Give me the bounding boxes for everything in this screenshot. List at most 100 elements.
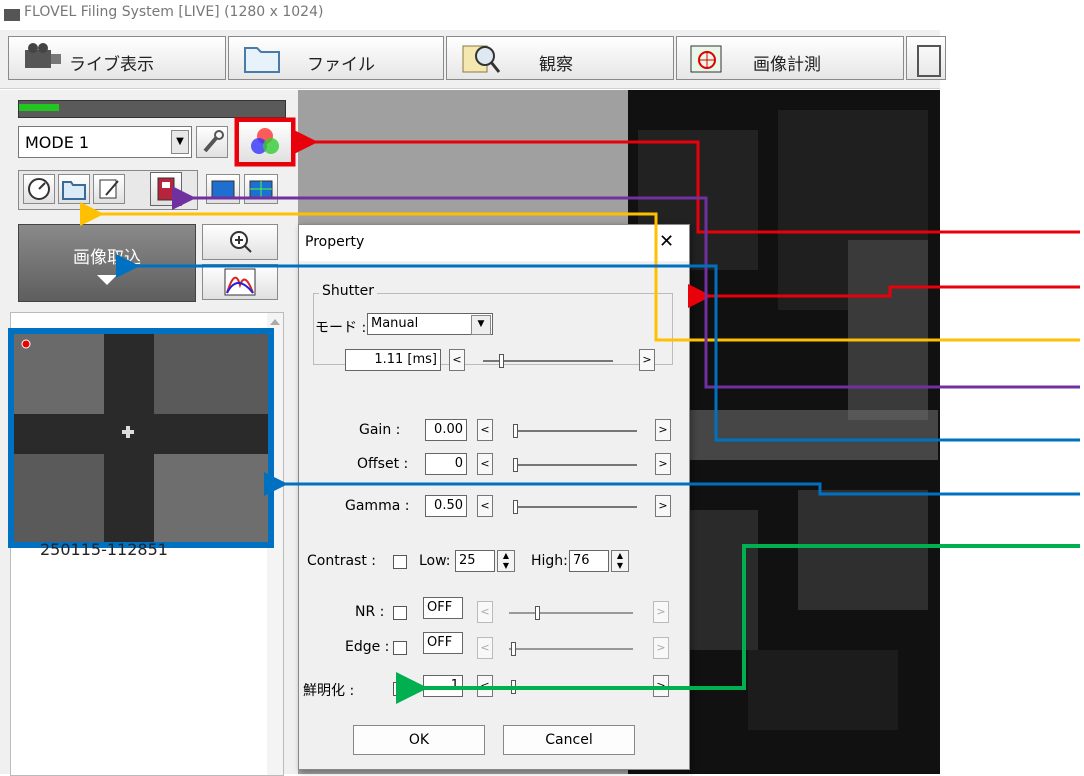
- nr-slider[interactable]: [509, 612, 633, 614]
- histogram-icon: [224, 268, 256, 296]
- gain-decrease-button[interactable]: <: [477, 419, 493, 441]
- zoom-in-icon: [230, 231, 252, 253]
- settings-button[interactable]: [196, 126, 228, 158]
- contrast-checkbox[interactable]: [393, 555, 407, 569]
- wrench-icon: [203, 130, 224, 153]
- edge-decrease-button[interactable]: <: [477, 637, 493, 659]
- gain-slider-thumb[interactable]: [513, 424, 518, 438]
- gamma-label: Gamma :: [345, 498, 410, 514]
- sharpen-decrease-button[interactable]: <: [477, 675, 493, 697]
- gamma-field[interactable]: 0.50: [425, 495, 467, 517]
- contrast-high-spinner[interactable]: ▲ ▼: [611, 550, 629, 572]
- open-folder-button[interactable]: [58, 174, 90, 204]
- shutter-mode-value: Manual: [371, 316, 419, 331]
- edge-slider-thumb[interactable]: [511, 642, 516, 656]
- tab-live-view[interactable]: ライブ表示: [8, 36, 226, 80]
- dialog-title: Property: [305, 234, 365, 250]
- chip-image: [14, 334, 268, 542]
- property-dialog: Property ✕ Shutter モード : Manual ▼ 1.11 […: [298, 224, 690, 770]
- offset-field[interactable]: 0: [425, 453, 467, 475]
- shutter-decrease-button[interactable]: <: [449, 349, 465, 371]
- shutter-mode-select[interactable]: Manual ▼: [367, 313, 493, 335]
- capture-button[interactable]: 画像取込: [18, 224, 196, 302]
- nr-checkbox[interactable]: [393, 606, 407, 620]
- histogram-button[interactable]: [202, 264, 278, 300]
- contrast-low-field[interactable]: 25: [455, 550, 495, 572]
- edge-checkbox[interactable]: [393, 641, 407, 655]
- sharpen-slider-thumb[interactable]: [511, 680, 516, 694]
- dialog-titlebar: Property ✕: [299, 225, 689, 261]
- color-button[interactable]: [236, 119, 294, 165]
- gain-slider[interactable]: [513, 430, 637, 432]
- tab-measure[interactable]: 画像計測: [676, 36, 904, 80]
- gamma-slider[interactable]: [513, 506, 637, 508]
- offset-slider[interactable]: [513, 464, 637, 466]
- nr-decrease-button[interactable]: <: [477, 601, 493, 623]
- sharpen-checkbox[interactable]: ✓: [393, 682, 407, 696]
- contrast-high-label: High:: [531, 553, 568, 569]
- scroll-up-icon[interactable]: [270, 319, 280, 325]
- sharpen-slider[interactable]: [509, 686, 633, 688]
- view-single-button[interactable]: [206, 174, 240, 204]
- close-icon[interactable]: ✕: [659, 231, 674, 252]
- ok-button[interactable]: OK: [353, 725, 485, 755]
- edge-field: OFF: [423, 632, 463, 654]
- gain-field[interactable]: 0.00: [425, 419, 467, 441]
- nr-field: OFF: [423, 597, 463, 619]
- measure-icon: [687, 42, 722, 74]
- nr-slider-thumb[interactable]: [535, 606, 540, 620]
- edge-increase-button[interactable]: >: [653, 637, 669, 659]
- chevron-down-icon[interactable]: ▼: [471, 315, 491, 335]
- offset-increase-button[interactable]: >: [655, 453, 671, 475]
- title-bar: FLOVEL Filing System [LIVE] (1280 x 1024…: [0, 0, 940, 34]
- nr-increase-button[interactable]: >: [653, 601, 669, 623]
- edge-slider[interactable]: [509, 648, 633, 650]
- capture-button-label: 画像取込: [73, 248, 141, 268]
- shutter-increase-button[interactable]: >: [639, 349, 655, 371]
- tab-more[interactable]: [906, 36, 946, 80]
- gamma-slider-thumb[interactable]: [513, 500, 518, 514]
- gauge-button[interactable]: [23, 174, 55, 204]
- level-meter-fill: [19, 104, 59, 111]
- shutter-slider-thumb[interactable]: [499, 354, 504, 368]
- chevron-down-icon[interactable]: ▼: [171, 130, 189, 154]
- thumbnail-label: 250115-112851: [40, 540, 168, 559]
- thumbnail-image[interactable]: [8, 328, 274, 548]
- shutter-value-field[interactable]: 1.11 [ms]: [345, 349, 441, 371]
- nr-label: NR :: [355, 604, 385, 620]
- offset-label: Offset :: [357, 456, 409, 472]
- sharpen-increase-button[interactable]: >: [653, 675, 669, 697]
- gamma-increase-button[interactable]: >: [655, 495, 671, 517]
- offset-decrease-button[interactable]: <: [477, 453, 493, 475]
- caret-down-icon: [97, 275, 117, 285]
- sharpen-field[interactable]: 1: [423, 675, 463, 697]
- view-split-button[interactable]: [244, 174, 278, 204]
- gain-label: Gain :: [359, 422, 401, 438]
- gain-increase-button[interactable]: >: [655, 419, 671, 441]
- cancel-button[interactable]: Cancel: [503, 725, 635, 755]
- monitor-icon: [211, 180, 235, 198]
- tab-measure-label: 画像計測: [753, 55, 821, 75]
- folder-icon: [62, 181, 86, 200]
- gauge-icon: [28, 178, 50, 200]
- contrast-low-label: Low:: [419, 553, 451, 569]
- gamma-decrease-button[interactable]: <: [477, 495, 493, 517]
- property-icon: [157, 177, 175, 201]
- tab-observe-label: 観察: [539, 55, 573, 75]
- app-icon: [4, 9, 20, 21]
- tab-live-view-label: ライブ表示: [69, 55, 154, 75]
- tab-observe[interactable]: 観察: [446, 36, 674, 80]
- mode-select-value: MODE 1: [25, 133, 90, 152]
- contrast-low-spinner[interactable]: ▲ ▼: [497, 550, 515, 572]
- shutter-mode-label: モード :: [315, 320, 367, 336]
- edit-button[interactable]: [93, 174, 125, 204]
- property-button[interactable]: [150, 172, 182, 206]
- zoom-button[interactable]: [202, 224, 278, 260]
- offset-slider-thumb[interactable]: [513, 458, 518, 472]
- level-meter: [18, 100, 286, 118]
- tab-file[interactable]: ファイル: [228, 36, 444, 80]
- window-title: FLOVEL Filing System [LIVE] (1280 x 1024…: [24, 4, 324, 20]
- contrast-high-field[interactable]: 76: [569, 550, 609, 572]
- mode-select[interactable]: MODE 1 ▼: [18, 126, 192, 158]
- rgb-circles-icon: [251, 128, 279, 154]
